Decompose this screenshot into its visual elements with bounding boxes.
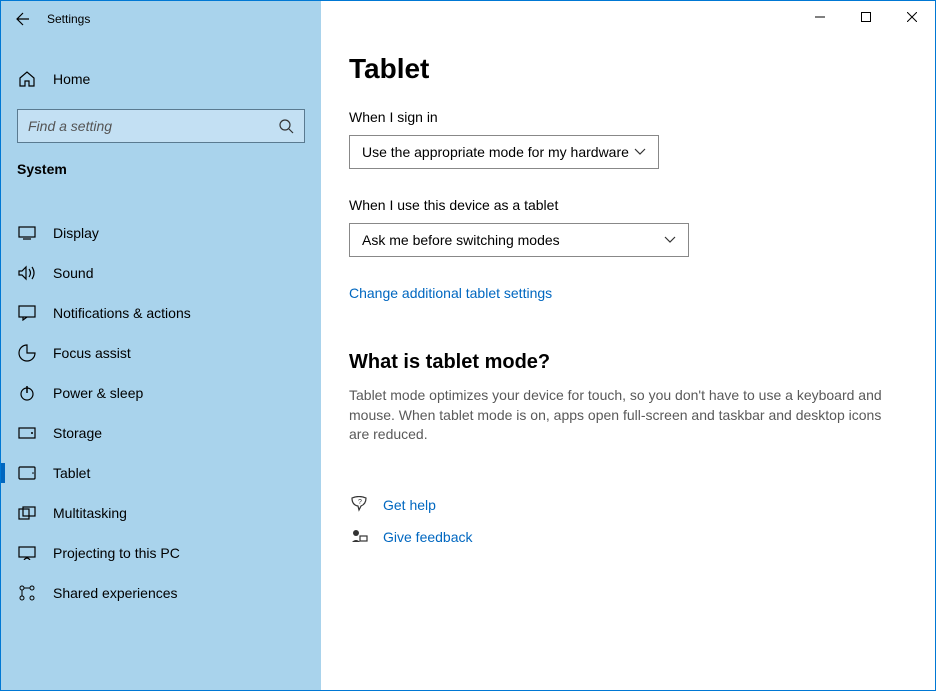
- sidebar-item-sound[interactable]: Sound: [1, 253, 321, 293]
- sidebar-item-label: Notifications & actions: [53, 305, 191, 321]
- sidebar-item-focus-assist[interactable]: Focus assist: [1, 333, 321, 373]
- what-is-description: Tablet mode optimizes your device for to…: [349, 386, 893, 445]
- maximize-icon: [861, 12, 871, 22]
- tablet-use-dropdown[interactable]: Ask me before switching modes: [349, 223, 689, 257]
- sidebar-item-tablet[interactable]: Tablet: [1, 453, 321, 493]
- arrow-left-icon: [15, 11, 31, 27]
- sidebar-item-label: Focus assist: [53, 345, 131, 361]
- search-input[interactable]: [28, 118, 278, 134]
- power-icon: [17, 383, 37, 403]
- change-additional-settings-link[interactable]: Change additional tablet settings: [349, 285, 552, 301]
- search-icon: [278, 118, 294, 134]
- home-icon: [17, 69, 37, 89]
- sidebar-item-multitasking[interactable]: Multitasking: [1, 493, 321, 533]
- sidebar-item-label: Sound: [53, 265, 93, 281]
- window-title: Settings: [47, 12, 90, 26]
- chevron-down-icon: [634, 148, 646, 156]
- shared-experiences-icon: [17, 583, 37, 603]
- maximize-button[interactable]: [843, 1, 889, 33]
- signin-dropdown[interactable]: Use the appropriate mode for my hardware: [349, 135, 659, 169]
- sidebar-section-header: System: [1, 161, 321, 177]
- close-icon: [907, 12, 917, 22]
- get-help-link[interactable]: Get help: [383, 497, 436, 513]
- content-area: Tablet When I sign in Use the appropriat…: [321, 1, 935, 690]
- nav-home[interactable]: Home: [1, 59, 321, 99]
- sidebar-item-storage[interactable]: Storage: [1, 413, 321, 453]
- sidebar-item-label: Tablet: [53, 465, 90, 481]
- close-button[interactable]: [889, 1, 935, 33]
- display-icon: [17, 223, 37, 243]
- tablet-use-label: When I use this device as a tablet: [349, 197, 893, 213]
- tablet-icon: [17, 463, 37, 483]
- get-help-icon: ?: [349, 495, 369, 515]
- sidebar-item-label: Projecting to this PC: [53, 545, 180, 561]
- storage-icon: [17, 423, 37, 443]
- minimize-button[interactable]: [797, 1, 843, 33]
- notifications-icon: [17, 303, 37, 323]
- sidebar-item-label: Display: [53, 225, 99, 241]
- minimize-icon: [815, 12, 825, 22]
- window-controls: [797, 1, 935, 33]
- tablet-use-dropdown-value: Ask me before switching modes: [362, 232, 560, 248]
- give-feedback-icon: [349, 527, 369, 547]
- sidebar-item-display[interactable]: Display: [1, 213, 321, 253]
- sidebar-item-power-sleep[interactable]: Power & sleep: [1, 373, 321, 413]
- sidebar-item-label: Multitasking: [53, 505, 127, 521]
- chevron-down-icon: [664, 236, 676, 244]
- sidebar-item-label: Storage: [53, 425, 102, 441]
- nav-home-label: Home: [53, 71, 90, 87]
- signin-label: When I sign in: [349, 109, 893, 125]
- sidebar-item-notifications[interactable]: Notifications & actions: [1, 293, 321, 333]
- give-feedback-link[interactable]: Give feedback: [383, 529, 473, 545]
- projecting-icon: [17, 543, 37, 563]
- sidebar-item-label: Power & sleep: [53, 385, 143, 401]
- signin-dropdown-value: Use the appropriate mode for my hardware: [362, 144, 629, 160]
- sidebar: Settings Home System Display: [1, 1, 321, 690]
- titlebar: Settings: [1, 1, 321, 37]
- sidebar-item-label: Shared experiences: [53, 585, 178, 601]
- sidebar-item-shared-experiences[interactable]: Shared experiences: [1, 573, 321, 613]
- sound-icon: [17, 263, 37, 283]
- svg-text:?: ?: [358, 499, 362, 506]
- search-box[interactable]: [17, 109, 305, 143]
- page-title: Tablet: [349, 53, 893, 85]
- multitasking-icon: [17, 503, 37, 523]
- back-button[interactable]: [5, 1, 41, 37]
- sidebar-item-projecting[interactable]: Projecting to this PC: [1, 533, 321, 573]
- focus-assist-icon: [17, 343, 37, 363]
- what-is-heading: What is tablet mode?: [349, 351, 893, 374]
